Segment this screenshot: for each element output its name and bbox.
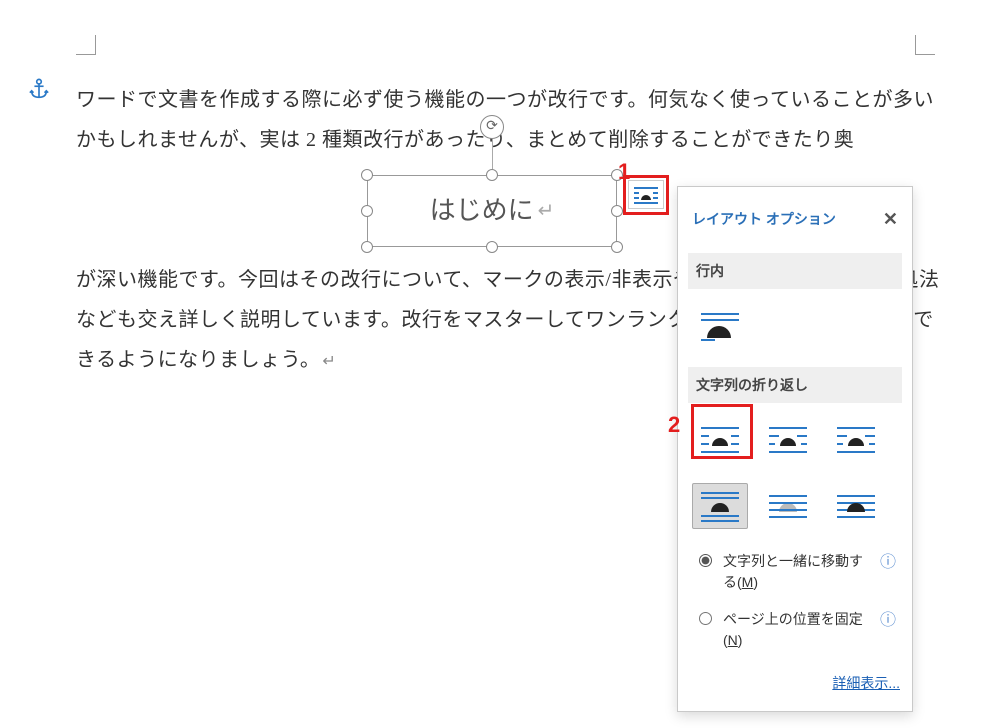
panel-title: レイアウト オプション bbox=[692, 205, 836, 233]
radio-fix-position[interactable]: ページ上の位置を固定(N) ⓘ bbox=[694, 605, 896, 663]
more-options-row: 詳細表示... bbox=[690, 663, 900, 697]
layout-options-icon bbox=[632, 184, 660, 206]
radio-move-with-text[interactable]: 文字列と一緒に移動する(M) ⓘ bbox=[694, 547, 896, 605]
wrap-behind-text-icon bbox=[765, 488, 811, 524]
section-wrap-label: 文字列の折り返し bbox=[688, 367, 902, 403]
wrap-top-bottom-option[interactable] bbox=[692, 483, 748, 529]
rotate-icon: ⟳ bbox=[486, 113, 498, 141]
anchor-icon bbox=[28, 78, 50, 100]
resize-handle-s[interactable] bbox=[486, 241, 498, 253]
resize-handle-w[interactable] bbox=[361, 205, 373, 217]
margin-mark-right bbox=[915, 35, 935, 55]
wrap-through-option[interactable] bbox=[828, 417, 884, 463]
resize-handle-n[interactable] bbox=[486, 169, 498, 181]
panel-close-button[interactable]: ✕ bbox=[883, 201, 898, 237]
rotate-handle-line bbox=[492, 139, 493, 169]
section-inline-label: 行内 bbox=[688, 253, 902, 289]
paragraph-mark-icon: ↵ bbox=[320, 353, 336, 370]
wrap-inline-icon bbox=[697, 308, 743, 344]
radio-move-with-text-label: 文字列と一緒に移動する(M) bbox=[723, 551, 872, 593]
position-radio-group: 文字列と一緒に移動する(M) ⓘ ページ上の位置を固定(N) ⓘ bbox=[690, 541, 900, 663]
wrap-through-icon bbox=[833, 422, 879, 458]
info-icon[interactable]: ⓘ bbox=[880, 551, 896, 575]
wrap-top-bottom-icon bbox=[697, 488, 743, 524]
resize-handle-nw[interactable] bbox=[361, 169, 373, 181]
resize-handle-se[interactable] bbox=[611, 241, 623, 253]
more-options-link[interactable]: 詳細表示... bbox=[832, 675, 900, 691]
paragraph-text: ワードで文書を作成する際に必ず使う機能の一つが改行です。何気なく使っていることが… bbox=[76, 89, 934, 151]
textbox-frame[interactable]: はじめに ↵ bbox=[367, 175, 617, 247]
body-paragraph-1: ワードで文書を作成する際に必ず使う機能の一つが改行です。何気なく使っていることが… bbox=[76, 80, 943, 160]
panel-header: レイアウト オプション ✕ bbox=[690, 197, 900, 247]
annotation-label-2: 2 bbox=[668, 403, 680, 447]
textbox-selection[interactable]: ⟳ はじめに ↵ bbox=[367, 175, 617, 247]
wrap-behind-text-option[interactable] bbox=[760, 483, 816, 529]
layout-options-panel: レイアウト オプション ✕ 行内 文字列の折り返し bbox=[677, 186, 913, 712]
radio-move-with-text-input[interactable] bbox=[699, 554, 712, 567]
textbox-text: はじめに bbox=[430, 185, 534, 237]
inline-options-row bbox=[690, 295, 900, 361]
wrap-options-row-2 bbox=[690, 475, 900, 541]
info-icon[interactable]: ⓘ bbox=[880, 609, 896, 633]
wrap-in-front-icon bbox=[833, 488, 879, 524]
wrap-in-front-option[interactable] bbox=[828, 483, 884, 529]
resize-handle-sw[interactable] bbox=[361, 241, 373, 253]
radio-fix-position-input[interactable] bbox=[699, 612, 712, 625]
wrap-tight-icon bbox=[765, 422, 811, 458]
resize-handle-e[interactable] bbox=[611, 205, 623, 217]
layout-options-button[interactable] bbox=[628, 180, 664, 209]
radio-fix-position-label: ページ上の位置を固定(N) bbox=[723, 609, 872, 651]
annotation-label-1: 1 bbox=[618, 150, 630, 194]
document-page: ワードで文書を作成する際に必ず使う機能の一つが改行です。何気なく使っていることが… bbox=[0, 0, 1001, 728]
return-mark-icon: ↵ bbox=[538, 191, 555, 231]
annotation-highlight-2 bbox=[691, 404, 753, 459]
rotate-handle[interactable]: ⟳ bbox=[480, 115, 504, 139]
margin-mark-left bbox=[76, 35, 96, 55]
wrap-inline-option[interactable] bbox=[692, 303, 748, 349]
wrap-tight-option[interactable] bbox=[760, 417, 816, 463]
